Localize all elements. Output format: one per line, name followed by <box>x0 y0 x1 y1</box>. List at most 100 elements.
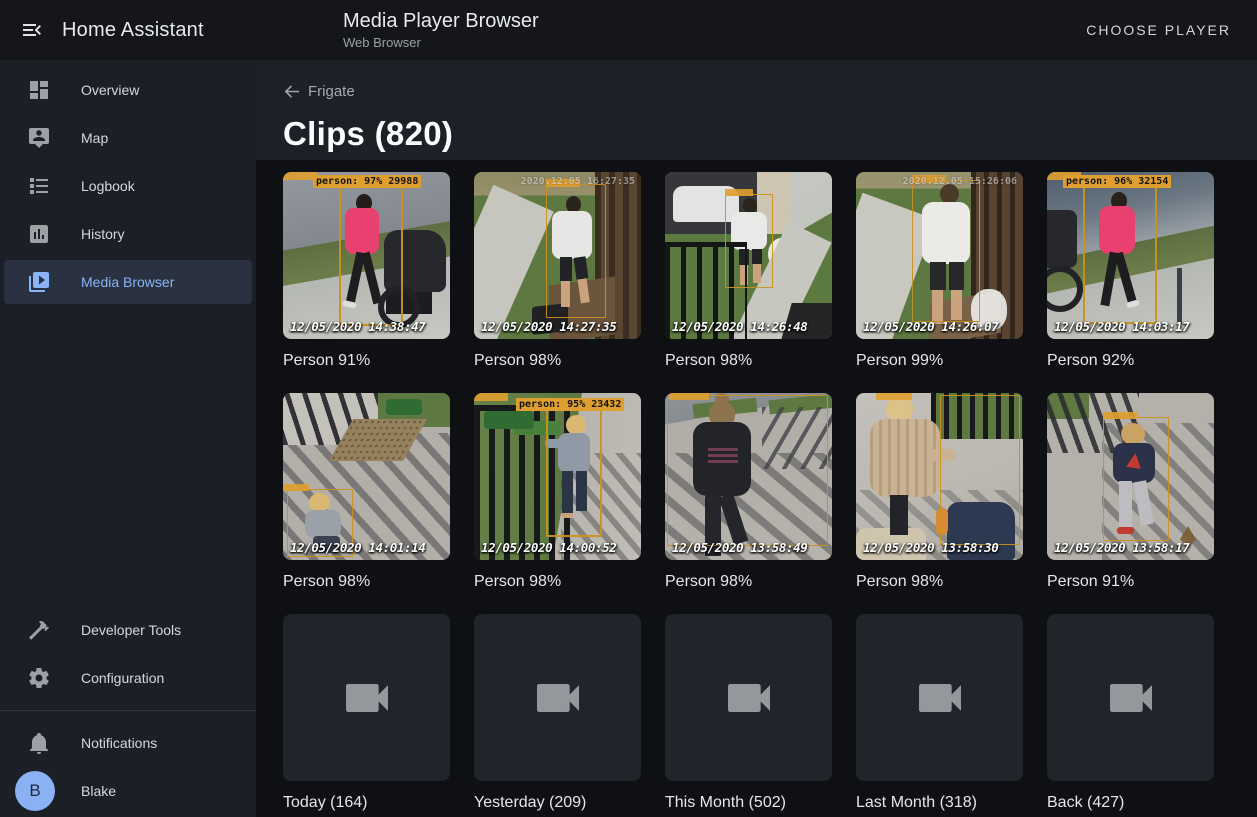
view-dashboard-icon <box>27 78 51 102</box>
sidebar-item-media-browser[interactable]: Media Browser <box>4 260 252 304</box>
home-assistant-app: Home Assistant Media Player Browser Web … <box>0 0 1257 817</box>
menu-open-icon <box>20 18 44 42</box>
clip-timestamp: 12/05/2020 14:38:47 <box>290 319 425 334</box>
clip-item[interactable]: person: 95% 23432 12/05/2020 14:00:52 Pe… <box>474 393 641 591</box>
clips-grid: person: 97% 29988 12/05/2020 14:38:47 Pe… <box>283 172 1257 812</box>
detection-box <box>912 180 980 322</box>
page-heading: Clips (820) <box>283 115 1257 153</box>
folder-thumbnail <box>474 614 641 781</box>
clip-timestamp: 12/05/2020 13:58:17 <box>1054 540 1189 555</box>
list-icon <box>27 174 51 198</box>
detection-label: person: 95% 23432 <box>516 398 624 411</box>
folder-label: Last Month (318) <box>856 793 1023 812</box>
sidebar-item-overview[interactable]: Overview <box>4 68 252 112</box>
clip-timestamp: 12/05/2020 14:03:17 <box>1054 319 1189 334</box>
page-subtitle: Web Browser <box>343 34 539 51</box>
clip-caption: Person 98% <box>665 572 832 591</box>
folder-thumbnail <box>1047 614 1214 781</box>
video-camera-icon <box>721 670 777 726</box>
video-camera-icon <box>1103 670 1159 726</box>
detection-tag <box>669 393 709 400</box>
detection-box <box>725 194 773 288</box>
clip-caption: Person 91% <box>283 351 450 370</box>
user-name: Blake <box>81 783 116 799</box>
clip-item[interactable]: 12/05/2020 13:58:49 Person 98% <box>665 393 832 591</box>
detection-tag <box>876 393 912 400</box>
clip-caption: Person 98% <box>474 351 641 370</box>
detection-tag <box>283 172 317 180</box>
clip-item[interactable]: 12/05/2020 14:01:14 Person 98% <box>283 393 450 591</box>
clip-timestamp: 12/05/2020 14:01:14 <box>290 540 425 555</box>
clip-thumbnail: 2020.12.05 16:27:35 12/05/2020 14:27:35 <box>474 172 641 339</box>
sidebar-item-label: History <box>81 226 125 242</box>
sidebar-item-label: Media Browser <box>81 274 174 290</box>
folder-item-this-month[interactable]: This Month (502) <box>665 614 832 812</box>
clip-item[interactable]: 12/05/2020 14:26:48 Person 98% <box>665 172 832 370</box>
clip-caption: Person 91% <box>1047 572 1214 591</box>
clip-timestamp: 12/05/2020 13:58:30 <box>863 540 998 555</box>
folder-thumbnail <box>283 614 450 781</box>
sidebar-item-history[interactable]: History <box>4 212 252 256</box>
sidebar-item-developer-tools[interactable]: Developer Tools <box>4 608 252 652</box>
clip-thumbnail: 12/05/2020 13:58:17 <box>1047 393 1214 560</box>
clip-item[interactable]: 12/05/2020 13:58:17 Person 91% <box>1047 393 1214 591</box>
account-map-icon <box>27 126 51 150</box>
detection-box <box>940 395 1020 545</box>
clip-item[interactable]: 2020.12.05 16:27:35 12/05/2020 14:27:35 … <box>474 172 641 370</box>
content-header: Frigate Clips (820) <box>256 60 1257 160</box>
folder-item-last-month[interactable]: Last Month (318) <box>856 614 1023 812</box>
camera-osd-text: 2020.12.05 15:26:06 <box>903 176 1017 187</box>
clip-thumbnail: 12/05/2020 14:26:48 <box>665 172 832 339</box>
avatar: B <box>15 771 55 811</box>
folder-item-yesterday[interactable]: Yesterday (209) <box>474 614 641 812</box>
media-browser-content: Frigate Clips (820) person: 97% 29988 <box>256 60 1257 817</box>
sidebar-item-configuration[interactable]: Configuration <box>4 656 252 700</box>
video-camera-icon <box>339 670 395 726</box>
detection-box <box>1103 417 1169 541</box>
folder-label: Yesterday (209) <box>474 793 641 812</box>
clip-timestamp: 12/05/2020 14:26:07 <box>863 319 998 334</box>
sidebar-item-notifications[interactable]: Notifications <box>4 721 252 765</box>
sidebar-user-profile[interactable]: B Blake <box>4 767 252 815</box>
folder-label: Today (164) <box>283 793 450 812</box>
camera-osd-text: 2020.12.05 16:27:35 <box>521 176 635 187</box>
breadcrumb-back-link[interactable]: Frigate <box>283 83 355 100</box>
choose-player-button[interactable]: CHOOSE PLAYER <box>1080 0 1237 60</box>
clip-caption: Person 98% <box>856 572 1023 591</box>
clip-thumbnail: 2020.12.05 15:26:06 12/05/2020 14:26:07 <box>856 172 1023 339</box>
sidebar-item-map[interactable]: Map <box>4 116 252 160</box>
arrow-left-icon <box>283 83 300 100</box>
detection-tag <box>283 484 309 491</box>
clip-caption: Person 92% <box>1047 351 1214 370</box>
sidebar: Overview Map Logbook History Media Brows… <box>0 60 256 817</box>
detection-tag <box>1103 412 1137 419</box>
topbar-left: Home Assistant <box>0 18 256 42</box>
sidebar-divider <box>0 710 256 711</box>
menu-toggle-button[interactable] <box>20 18 44 42</box>
video-camera-icon <box>912 670 968 726</box>
clip-thumbnail: 12/05/2020 13:58:30 <box>856 393 1023 560</box>
sidebar-item-label: Map <box>81 130 108 146</box>
clip-item[interactable]: 12/05/2020 13:58:30 Person 98% <box>856 393 1023 591</box>
clip-item[interactable]: person: 97% 29988 12/05/2020 14:38:47 Pe… <box>283 172 450 370</box>
clip-thumbnail: 12/05/2020 13:58:49 <box>665 393 832 560</box>
detection-box <box>546 184 606 318</box>
clip-caption: Person 98% <box>283 572 450 591</box>
clip-item[interactable]: 2020.12.05 15:26:06 12/05/2020 14:26:07 … <box>856 172 1023 370</box>
folder-label: This Month (502) <box>665 793 832 812</box>
clip-timestamp: 12/05/2020 14:00:52 <box>481 540 616 555</box>
folder-item-back[interactable]: Back (427) <box>1047 614 1214 812</box>
sidebar-item-label: Developer Tools <box>81 622 181 638</box>
detection-label: person: 96% 32154 <box>1063 175 1171 188</box>
clips-grid-area: person: 97% 29988 12/05/2020 14:38:47 Pe… <box>256 160 1257 817</box>
folder-thumbnail <box>665 614 832 781</box>
video-camera-icon <box>530 670 586 726</box>
detection-box <box>667 395 828 546</box>
clip-thumbnail: person: 97% 29988 12/05/2020 14:38:47 <box>283 172 450 339</box>
bell-icon <box>27 731 51 755</box>
sidebar-item-label: Overview <box>81 82 139 98</box>
sidebar-item-logbook[interactable]: Logbook <box>4 164 252 208</box>
clip-item[interactable]: person: 96% 32154 12/05/2020 14:03:17 Pe… <box>1047 172 1214 370</box>
clip-caption: Person 98% <box>665 351 832 370</box>
folder-item-today[interactable]: Today (164) <box>283 614 450 812</box>
